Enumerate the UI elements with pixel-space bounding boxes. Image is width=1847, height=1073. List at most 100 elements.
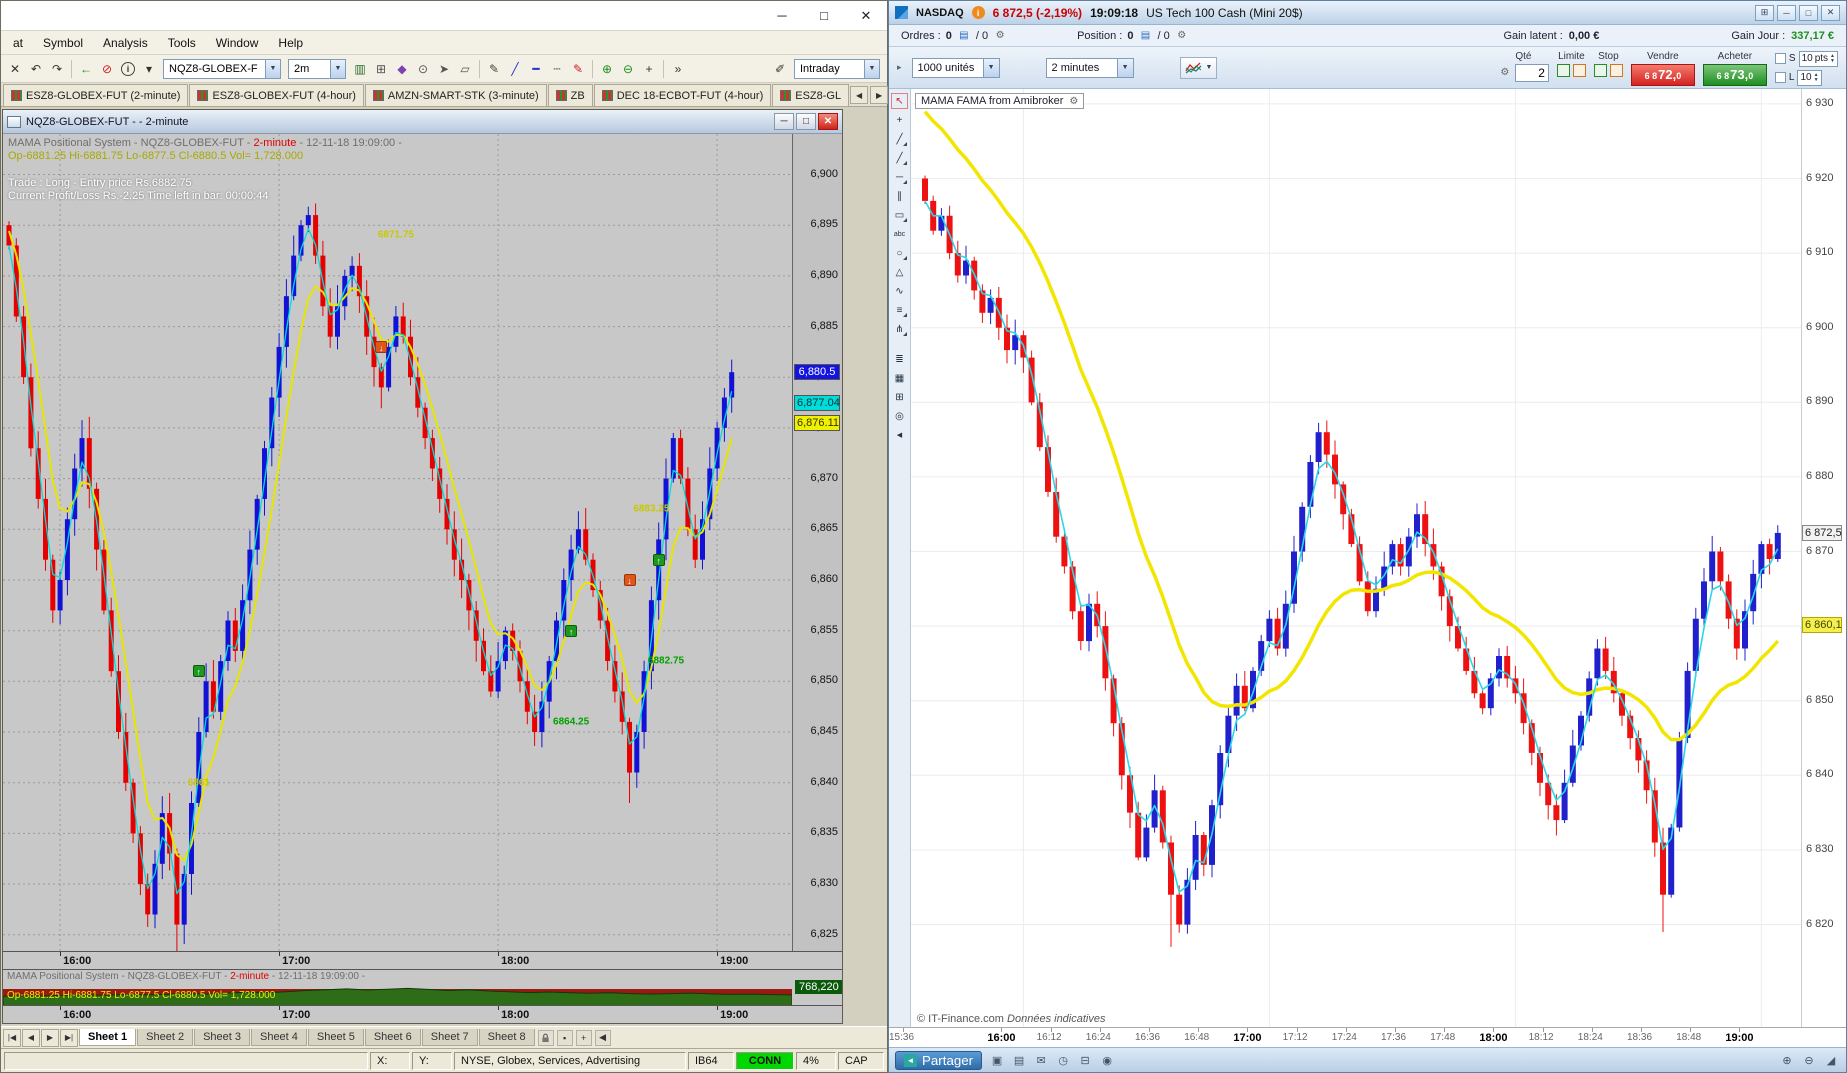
chart-tab-6[interactable]: ESZ8-GL: [772, 84, 850, 106]
grid-icon[interactable]: ⊞: [371, 59, 391, 79]
collapse-icon[interactable]: ◀: [891, 427, 908, 443]
close-button[interactable]: ✕: [853, 6, 879, 26]
hline-tool[interactable]: ─: [891, 169, 908, 185]
eraser-icon[interactable]: ▱: [455, 59, 475, 79]
chart-window-titlebar[interactable]: NQZ8-GLOBEX-FUT - - 2-minute ─ □ ✕: [3, 110, 842, 134]
layout-icon[interactable]: ⊞: [1755, 4, 1774, 21]
resize-grip-icon[interactable]: ◢: [1822, 1052, 1840, 1069]
sheet-nav-1[interactable]: ◀: [22, 1028, 40, 1047]
scroll-left-icon[interactable]: ◀: [594, 1029, 611, 1046]
levels-icon[interactable]: ≣: [891, 351, 908, 367]
trendline-icon[interactable]: ╱: [505, 59, 525, 79]
chevron-down-icon[interactable]: ▼: [265, 59, 280, 78]
sheet-tab-sheet-4[interactable]: Sheet 4: [250, 1029, 307, 1046]
stop-checkbox[interactable]: [1774, 53, 1786, 64]
info-icon[interactable]: i: [971, 6, 985, 19]
fibonacci-tool[interactable]: ≡: [891, 302, 908, 318]
wrench-icon[interactable]: ⚙: [1498, 66, 1512, 79]
account-icon[interactable]: ▣: [988, 1052, 1006, 1069]
units-select[interactable]: 1000 unités ▼: [911, 57, 1000, 78]
limit-sell-button[interactable]: [1572, 63, 1586, 77]
price-chart[interactable]: MAMA FAMA from Amibroker ⚙ © IT-Finance.…: [911, 89, 1801, 1027]
gear-icon[interactable]: ⚙: [993, 29, 1007, 42]
marker-icon[interactable]: ✎: [568, 59, 588, 79]
target-icon[interactable]: ◎: [891, 408, 908, 424]
pointer-icon[interactable]: ➤: [434, 59, 454, 79]
mail-icon[interactable]: ✉: [1032, 1052, 1050, 1069]
buy-button[interactable]: 6 8 73, 0: [1702, 63, 1767, 86]
minimize-button[interactable]: ─: [774, 113, 794, 130]
diamond-icon[interactable]: ◆: [392, 59, 412, 79]
menu-help[interactable]: Help: [269, 34, 312, 52]
ray-tool[interactable]: ╱: [891, 150, 908, 166]
parallel-tool[interactable]: ∥: [891, 188, 908, 204]
chart-tab-5[interactable]: DEC 18-ECBOT-FUT (4-hour): [593, 84, 772, 106]
stop-buy-button[interactable]: [1593, 63, 1607, 77]
close-icon[interactable]: ✕: [5, 59, 25, 79]
price-axis[interactable]: 6 930 6 920 6 910 6 900 6 890 6 880 6 870 6 860…: [1801, 89, 1846, 1027]
sheet-tab-sheet-3[interactable]: Sheet 3: [194, 1029, 250, 1046]
redo-icon[interactable]: ↷: [47, 59, 67, 79]
stepper-arrows[interactable]: ▲ ▼: [1830, 53, 1835, 64]
stop-icon[interactable]: ⊘: [97, 59, 117, 79]
printer-icon[interactable]: ⊟: [1076, 1052, 1094, 1069]
stepper-arrows[interactable]: ▲ ▼: [1814, 72, 1819, 83]
wrench-icon[interactable]: ⚙: [1069, 96, 1078, 107]
zoom-in-icon[interactable]: ⊕: [1778, 1052, 1796, 1069]
pin-button[interactable]: ▪: [556, 1029, 573, 1046]
collapse-toolbar-icon[interactable]: ▸: [897, 62, 902, 73]
hline-icon[interactable]: ━: [526, 59, 546, 79]
stop-sell-button[interactable]: [1609, 63, 1623, 77]
ellipse-tool[interactable]: ○: [891, 245, 908, 261]
clock-icon[interactable]: ◷: [1054, 1052, 1072, 1069]
minimize-icon[interactable]: ─: [1777, 4, 1796, 21]
limit-buy-button[interactable]: [1556, 63, 1570, 77]
position-list-icon[interactable]: ▤: [1138, 29, 1152, 42]
zigzag-tool[interactable]: ∿: [891, 283, 908, 299]
tab-scroll-right-button[interactable]: ▶: [870, 86, 889, 104]
candles-icon[interactable]: ▦: [891, 370, 908, 386]
trendline-tool[interactable]: ╱: [891, 131, 908, 147]
chevron-down-icon[interactable]: ▼: [982, 58, 999, 77]
sell-button[interactable]: 6 8 72, 0: [1630, 63, 1695, 86]
time-axis-volume[interactable]: 16:00 17:00 18:00 19:00: [3, 1005, 842, 1023]
crosshair-icon[interactable]: +: [639, 59, 659, 79]
time-axis[interactable]: 15:36 16:00 16:12 16:24 16:36 16:48 17:00 17:12…: [889, 1027, 1846, 1047]
gear-icon[interactable]: ⚙: [1175, 29, 1189, 42]
chart-tab-1[interactable]: ESZ8-GLOBEX-FUT (2-minute): [3, 84, 189, 106]
scan-icon[interactable]: ⊙: [413, 59, 433, 79]
table-icon[interactable]: ⊞: [891, 389, 908, 405]
menu-analysis[interactable]: Analysis: [94, 34, 157, 52]
stop-points-stepper[interactable]: 10 pts ▲ ▼: [1798, 50, 1838, 67]
triangle-tool[interactable]: △: [891, 264, 908, 280]
main-chart[interactable]: MAMA Positional System - NQZ8-GLOBEX-FUT…: [3, 134, 792, 951]
menu-tools[interactable]: Tools: [159, 34, 205, 52]
pencil-icon[interactable]: ✎: [484, 59, 504, 79]
price-axis[interactable]: 6,9006,8956,8906,8856,8806,8756,8706,865…: [792, 134, 842, 951]
dashed-line-icon[interactable]: ┄: [547, 59, 567, 79]
pitchfork-tool[interactable]: ⋔: [891, 321, 908, 337]
overflow-icon[interactable]: »: [668, 59, 688, 79]
period-combo[interactable]: Intraday ▼: [794, 58, 880, 79]
lock-icon[interactable]: [537, 1029, 554, 1046]
back-icon[interactable]: ←: [76, 59, 96, 79]
interval-combo[interactable]: 2m ▼: [288, 58, 346, 79]
new-sheet-button[interactable]: +: [575, 1029, 592, 1046]
camera-icon[interactable]: ◉: [1098, 1052, 1116, 1069]
cursor-tool[interactable]: ↖: [891, 93, 908, 109]
sheet-tab-sheet-1[interactable]: Sheet 1: [79, 1029, 137, 1046]
sheet-tab-sheet-2[interactable]: Sheet 2: [137, 1029, 194, 1046]
sheet-tab-sheet-6[interactable]: Sheet 6: [364, 1029, 421, 1046]
chevron-down-icon[interactable]: ▼: [864, 59, 879, 78]
sheet-nav-3[interactable]: ▶|: [60, 1028, 78, 1047]
zoom-out-icon[interactable]: ⊖: [618, 59, 638, 79]
cross-tool[interactable]: +: [891, 112, 908, 128]
chevron-down-icon[interactable]: ▼: [330, 59, 345, 78]
interval-select[interactable]: 2 minutes ▼: [1045, 57, 1134, 78]
rect-tool[interactable]: ▭: [891, 207, 908, 223]
calendar-icon[interactable]: ▤: [1010, 1052, 1028, 1069]
chart-tab-2[interactable]: ESZ8-GLOBEX-FUT (4-hour): [189, 84, 364, 106]
zoom-out-icon[interactable]: ⊖: [1800, 1052, 1818, 1069]
sheet-nav-2[interactable]: ▶: [41, 1028, 59, 1047]
draw-icon[interactable]: ✐: [770, 59, 790, 79]
